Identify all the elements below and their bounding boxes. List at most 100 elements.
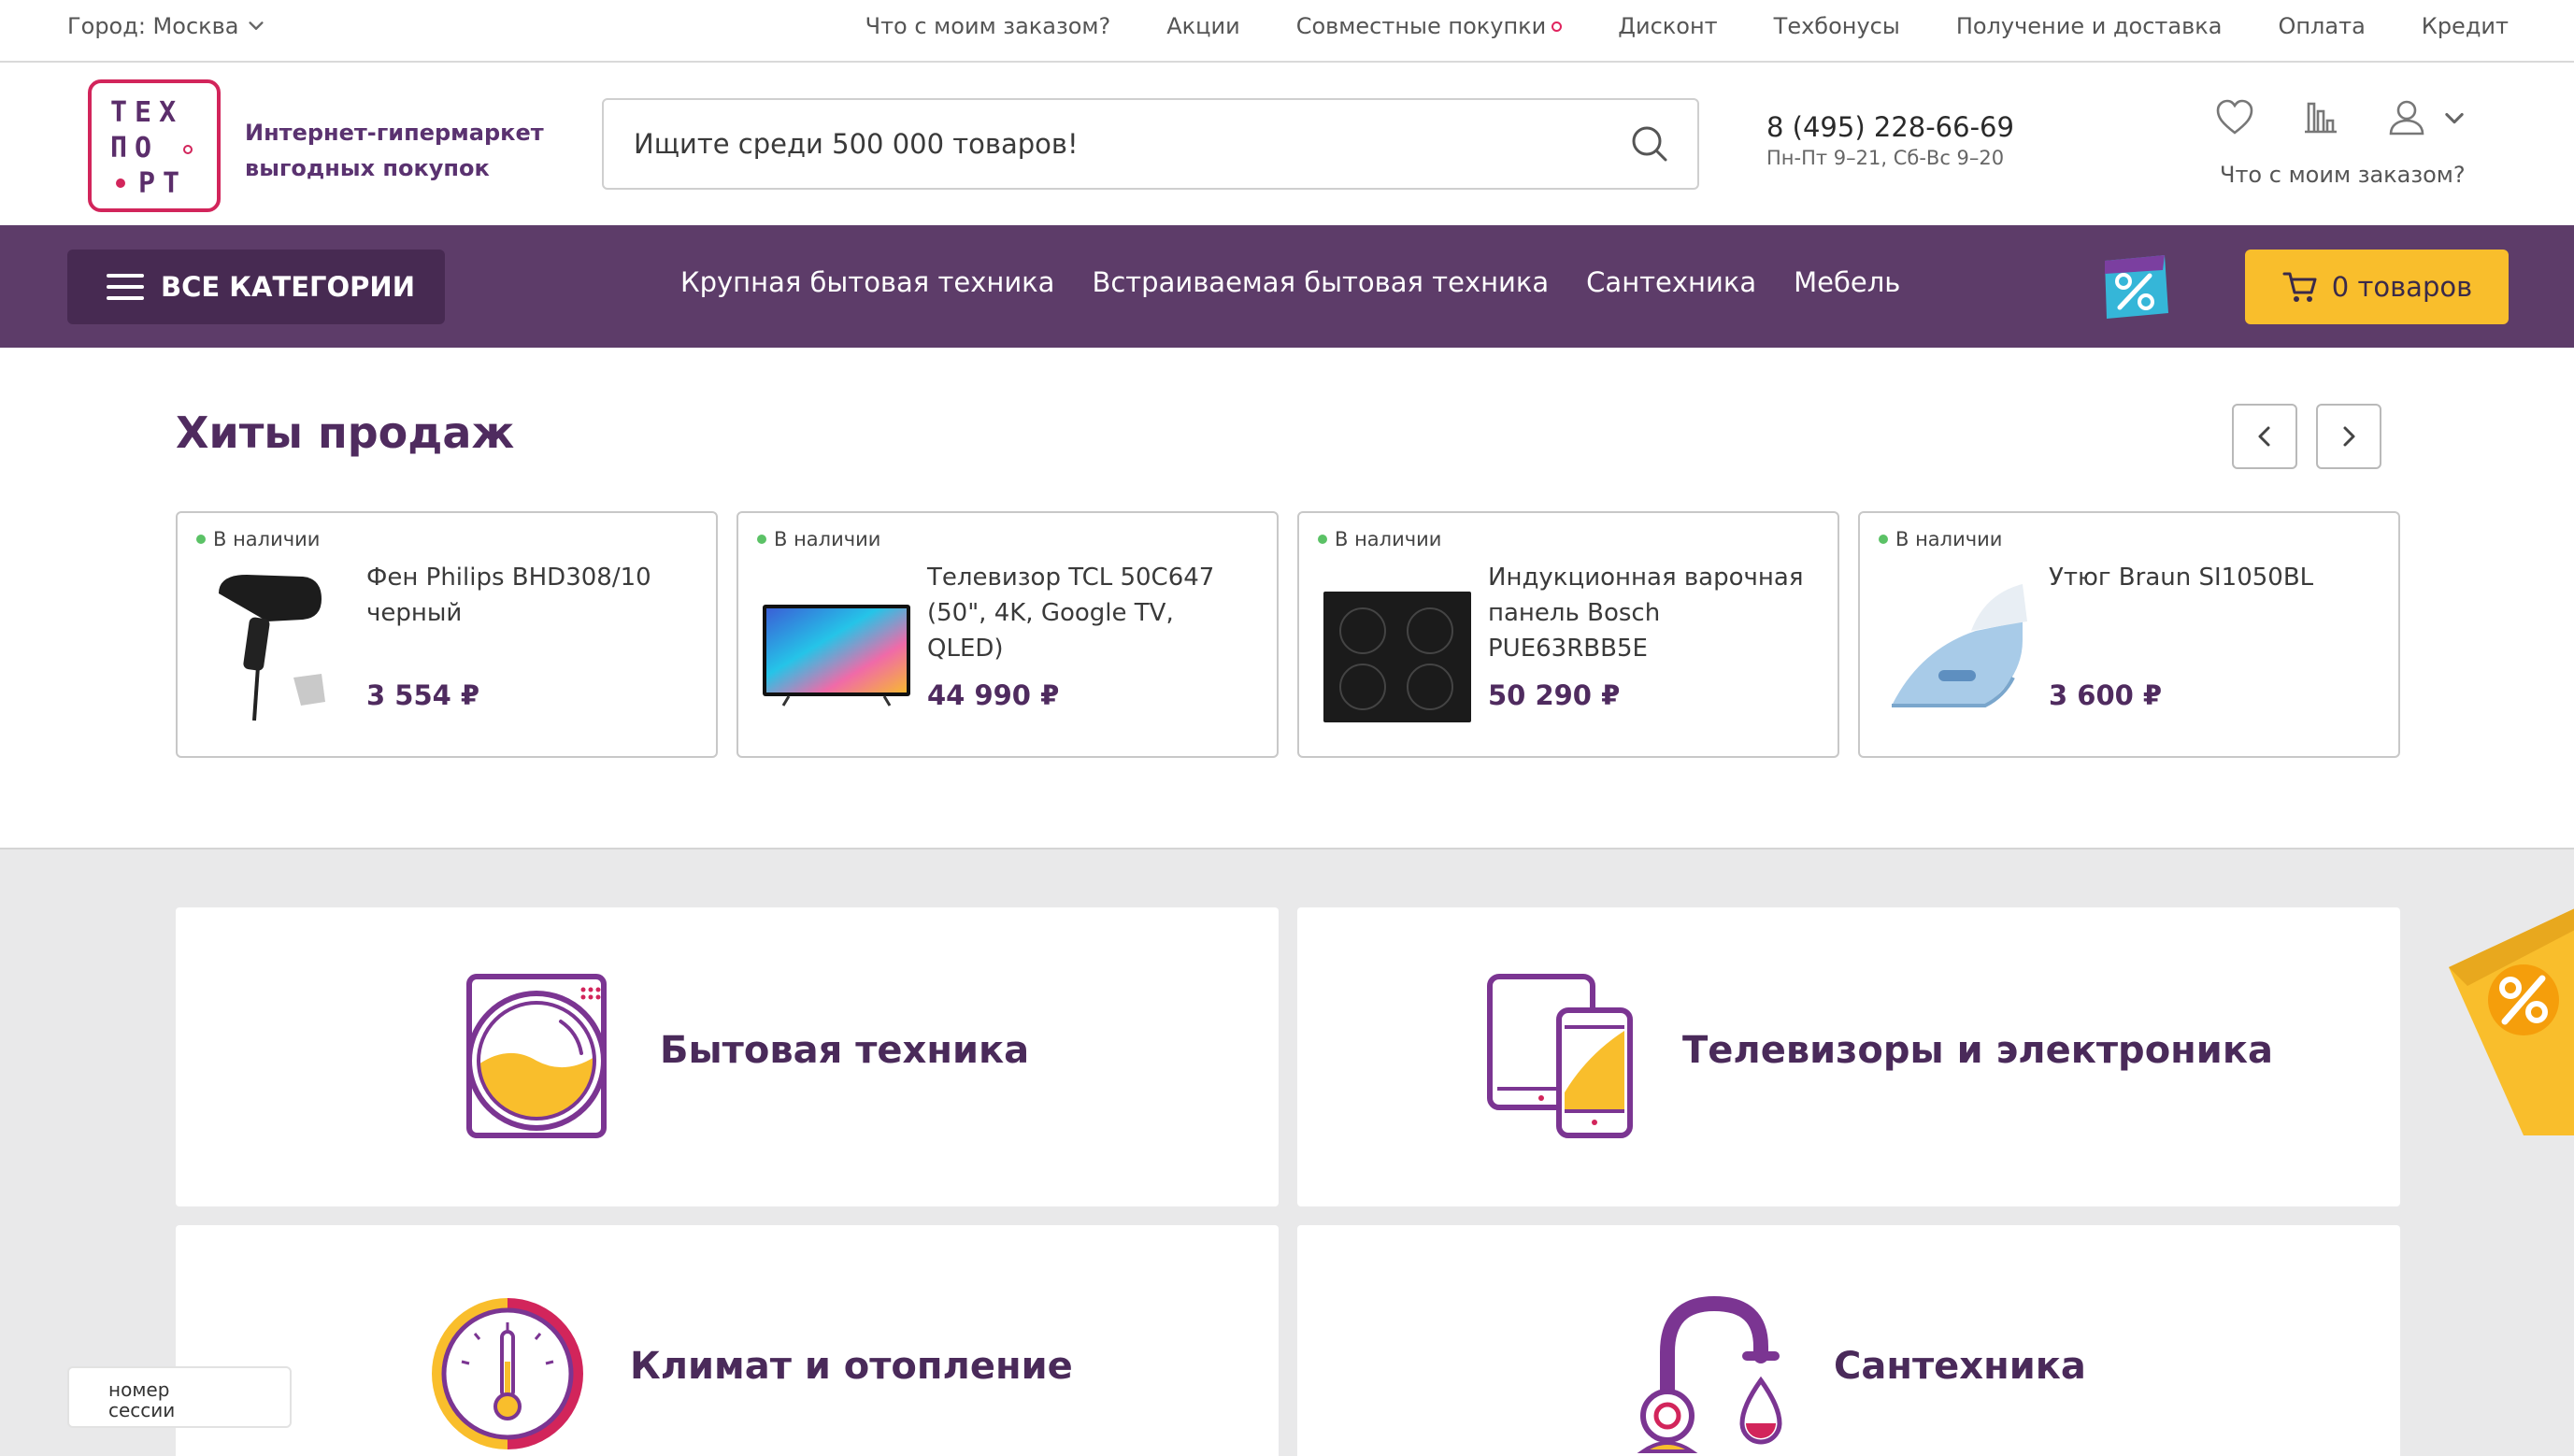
product-card[interactable]: В наличии Фен Philips BHD308/10 черный 3… [176, 511, 718, 758]
logo-dot-icon [116, 178, 125, 188]
top-nav: Что с моим заказом? Акции Совместные пок… [865, 13, 2509, 39]
product-price: 50 290 ₽ [1488, 679, 1621, 711]
nav-plumbing[interactable]: Сантехника [1586, 266, 1756, 298]
top-link-promotions[interactable]: Акции [1166, 13, 1239, 39]
cart-icon [2282, 272, 2317, 302]
devices-icon [1487, 974, 1633, 1138]
heart-icon[interactable] [2213, 96, 2256, 139]
faucet-icon [1637, 1296, 1782, 1453]
iron-icon [1892, 584, 2027, 707]
top-link-order-status[interactable]: Что с моим заказом? [865, 13, 1111, 39]
carousel-prev-button[interactable] [2232, 404, 2297, 469]
compare-icon[interactable] [2299, 96, 2342, 139]
carousel-next-button[interactable] [2316, 404, 2381, 469]
category-label: Бытовая техника [660, 1029, 1030, 1072]
search-box [602, 98, 1699, 190]
category-tile-climate[interactable]: Климат и отопление [176, 1225, 1279, 1456]
category-links: Крупная бытовая техника Встраиваемая быт… [680, 266, 1900, 298]
discount-sticker-icon[interactable] [2449, 902, 2574, 1135]
cart-button[interactable]: 0 товаров [2245, 250, 2509, 324]
washing-machine-icon [466, 974, 607, 1138]
menu-icon [107, 274, 144, 300]
stock-status: В наличии [1879, 528, 2002, 550]
city-label: Город: Москва [67, 13, 239, 39]
category-section: Бытовая техника Телевизоры и электроника [0, 848, 2574, 1456]
product-price: 44 990 ₽ [927, 679, 1060, 711]
product-name[interactable]: Фен Philips BHD308/10 черный [366, 560, 694, 631]
stock-status: В наличии [196, 528, 320, 550]
stock-status: В наличии [1318, 528, 1441, 550]
top-link-techbonus[interactable]: Техбонусы [1774, 13, 1900, 39]
top-link-credit[interactable]: Кредит [2422, 13, 2509, 39]
product-name[interactable]: Индукционная варочная панель Bosch PUE63… [1488, 560, 1815, 666]
logo-ring-icon [183, 145, 193, 154]
top-bar: Город: Москва Что с моим заказом? Акции … [0, 0, 2574, 63]
product-name[interactable]: Телевизор TCL 50C647 (50", 4K, Google TV… [927, 560, 1254, 666]
chevron-right-icon [2343, 426, 2355, 447]
product-price: 3 600 ₽ [2049, 679, 2163, 711]
tv-icon [763, 605, 910, 707]
hits-title: Хиты продаж [176, 407, 515, 458]
category-bar: ВСЕ КАТЕГОРИИ Крупная бытовая техника Вс… [0, 225, 2574, 348]
session-line-2: сессии [108, 1399, 176, 1421]
all-categories-label: ВСЕ КАТЕГОРИИ [161, 271, 415, 303]
hair-dryer-icon [219, 575, 325, 721]
chevron-down-icon [249, 21, 265, 30]
product-price: 3 554 ₽ [366, 679, 480, 711]
search-icon[interactable] [1628, 122, 1671, 165]
session-line-1: номер [108, 1378, 170, 1401]
cooktop-icon [1323, 592, 1471, 722]
stock-label: В наличии [213, 528, 321, 550]
tagline: Интернет-гипермаркет выгодных покупок [245, 115, 544, 186]
category-tile-plumbing[interactable]: Сантехника [1297, 1225, 2400, 1456]
cart-label: 0 товаров [2331, 271, 2473, 303]
logo-line-1: ТЕХ [110, 96, 184, 129]
top-link-delivery[interactable]: Получение и доставка [1956, 13, 2223, 39]
top-link-discount[interactable]: Дисконт [1618, 13, 1717, 39]
city-selector[interactable]: Город: Москва [67, 13, 266, 39]
order-status-link[interactable]: Что с моим заказом? [2220, 162, 2466, 188]
category-label: Сантехника [1834, 1345, 2086, 1388]
category-label: Телевизоры и электроника [1682, 1029, 2273, 1072]
account-menu[interactable] [2385, 96, 2467, 139]
tagline-line-1: Интернет-гипермаркет [245, 120, 544, 146]
phone-number[interactable]: 8 (495) 228-66-69 [1766, 111, 2014, 143]
category-tile-appliances[interactable]: Бытовая техника [176, 907, 1279, 1206]
thermometer-gauge-icon [432, 1298, 583, 1449]
notification-dot-icon [1552, 21, 1563, 32]
session-number-badge: номер сессии [67, 1366, 292, 1428]
product-card[interactable]: В наличии Индукционная варочная панель B… [1297, 511, 1839, 758]
top-link-payment[interactable]: Оплата [2278, 13, 2365, 39]
category-tile-electronics[interactable]: Телевизоры и электроника [1297, 907, 2400, 1206]
in-stock-dot-icon [757, 535, 766, 544]
header-icons [2213, 96, 2467, 139]
product-name[interactable]: Утюг Braun SI1050BL [2049, 560, 2376, 595]
search-input[interactable] [604, 100, 1697, 188]
logo[interactable]: ТЕХ ПО РТ [88, 79, 221, 212]
in-stock-dot-icon [1879, 535, 1888, 544]
top-link-group-buying[interactable]: Совместные покупки [1296, 13, 1563, 39]
stock-label: В наличии [1895, 528, 2003, 550]
top-link-group-buying-label: Совместные покупки [1295, 13, 1547, 39]
category-label: Климат и отопление [630, 1345, 1073, 1388]
stock-label: В наличии [774, 528, 881, 550]
chevron-down-icon [2445, 112, 2464, 124]
product-card[interactable]: В наличии Телевизор TCL 50C647 (50", 4K,… [736, 511, 1279, 758]
nav-built-in-appliances[interactable]: Встраиваемая бытовая техника [1092, 266, 1549, 298]
nav-furniture[interactable]: Мебель [1794, 266, 1900, 298]
product-card[interactable]: В наличии Утюг Braun SI1050BL 3 600 ₽ [1858, 511, 2400, 758]
in-stock-dot-icon [1318, 535, 1327, 544]
in-stock-dot-icon [196, 535, 206, 544]
all-categories-button[interactable]: ВСЕ КАТЕГОРИИ [67, 250, 445, 324]
logo-line-3: РТ [138, 167, 188, 200]
logo-line-2: ПО [110, 132, 160, 164]
working-hours: Пн-Пт 9–21, Сб-Вс 9–20 [1766, 147, 2005, 169]
discount-percent-icon[interactable] [2097, 251, 2172, 322]
chevron-left-icon [2258, 426, 2270, 447]
header: ТЕХ ПО РТ Интернет-гипермаркет выгодных … [0, 63, 2574, 225]
nav-large-appliances[interactable]: Крупная бытовая техника [680, 266, 1054, 298]
stock-status: В наличии [757, 528, 880, 550]
stock-label: В наличии [1335, 528, 1442, 550]
user-icon [2389, 100, 2424, 136]
tagline-line-2: выгодных покупок [245, 155, 490, 181]
